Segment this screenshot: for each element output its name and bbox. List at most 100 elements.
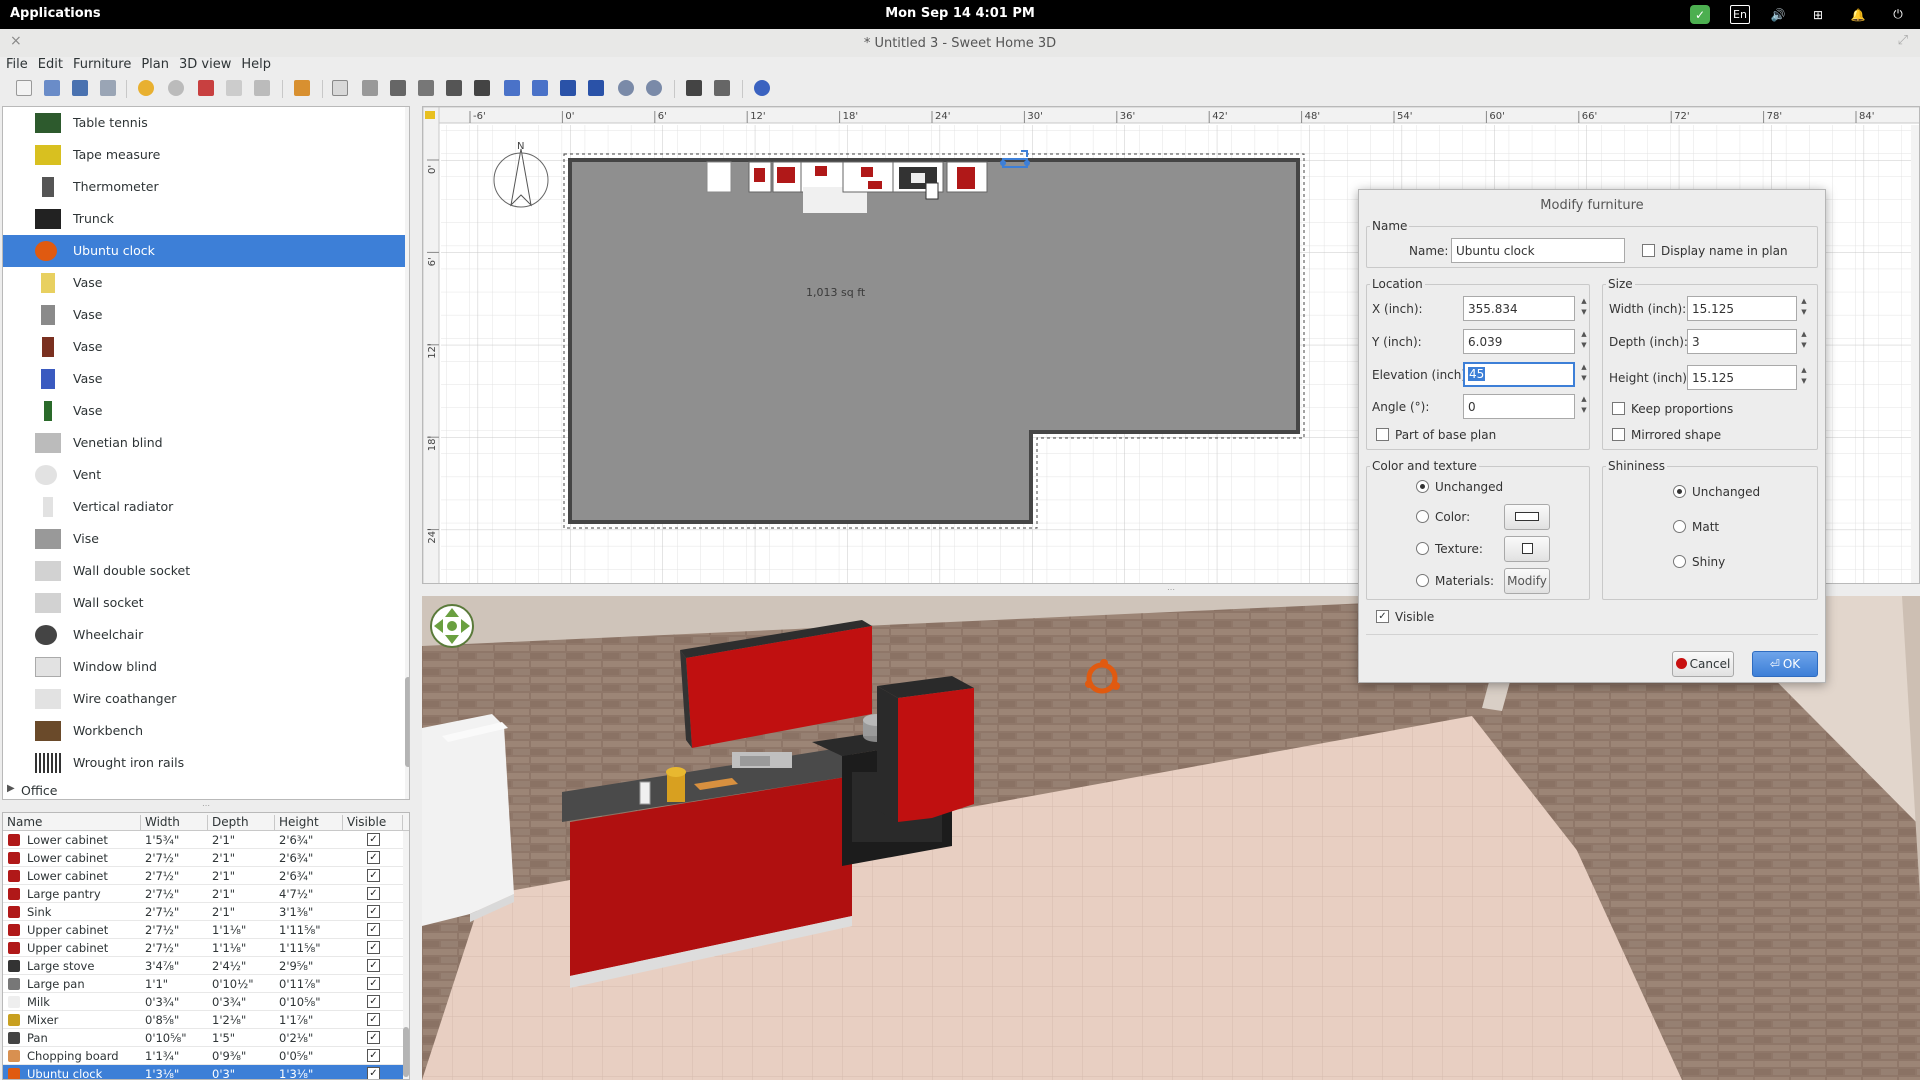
column-height[interactable]: Height bbox=[275, 815, 343, 831]
menu-help[interactable]: Help bbox=[241, 57, 271, 77]
height-field[interactable]: 15.125 bbox=[1687, 365, 1797, 390]
table-row[interactable]: Large pantry 2'7½" 2'1" 4'7½" ✓ bbox=[3, 885, 403, 903]
modify-materials-button[interactable]: Modify bbox=[1504, 568, 1550, 594]
catalog-item[interactable]: Wire coathanger bbox=[3, 683, 405, 715]
select-mode-icon[interactable] bbox=[332, 80, 348, 96]
column-depth[interactable]: Depth bbox=[208, 815, 275, 831]
keyboard-layout-indicator[interactable]: En bbox=[1730, 5, 1750, 24]
catalog-category-office[interactable]: ▶ Office bbox=[3, 779, 405, 799]
visible-checkbox[interactable]: ✓ bbox=[367, 977, 380, 990]
visible-checkbox[interactable]: ✓ bbox=[367, 959, 380, 972]
visible-checkbox[interactable]: ✓ bbox=[367, 887, 380, 900]
catalog-item[interactable]: Vertical radiator bbox=[3, 491, 405, 523]
visible-checkbox[interactable]: ✓ bbox=[367, 1013, 380, 1026]
keep-proportions-checkbox[interactable] bbox=[1612, 402, 1625, 415]
menu-furniture[interactable]: Furniture bbox=[73, 57, 131, 77]
visible-checkbox[interactable]: ✓ bbox=[367, 995, 380, 1008]
table-row[interactable]: Sink 2'7½" 2'1" 3'1⅜" ✓ bbox=[3, 903, 403, 921]
table-scrollbar[interactable] bbox=[403, 831, 409, 1079]
copy-icon[interactable] bbox=[226, 80, 242, 96]
table-row[interactable]: Pan 0'10⅝" 1'5" 0'2⅛" ✓ bbox=[3, 1029, 403, 1047]
visible-checkbox[interactable]: ✓ bbox=[367, 905, 380, 918]
text-style-icon-1[interactable] bbox=[504, 80, 520, 96]
menu-3d-view[interactable]: 3D view bbox=[179, 57, 231, 77]
create-walls-icon[interactable] bbox=[390, 80, 406, 96]
catalog-item[interactable]: Wall double socket bbox=[3, 555, 405, 587]
visible-checkbox[interactable]: ✓ bbox=[367, 1049, 380, 1062]
catalog-item-selected[interactable]: Ubuntu clock bbox=[3, 235, 405, 267]
volume-icon[interactable]: 🔊 bbox=[1768, 5, 1788, 24]
sink[interactable] bbox=[732, 752, 792, 768]
angle-spinner[interactable]: ▲ ▼ bbox=[1579, 394, 1589, 419]
visible-checkbox[interactable]: ✓ bbox=[1376, 610, 1389, 623]
preferences-icon[interactable] bbox=[100, 80, 116, 96]
catalog-item[interactable]: Vase bbox=[3, 267, 405, 299]
width-field[interactable]: 15.125 bbox=[1687, 296, 1797, 321]
table-row[interactable]: Mixer 0'8⅝" 1'2⅛" 1'1⅞" ✓ bbox=[3, 1011, 403, 1029]
visible-checkbox[interactable]: ✓ bbox=[367, 923, 380, 936]
elevation-field[interactable]: 45 bbox=[1463, 362, 1575, 387]
clock[interactable]: Mon Sep 14 4:01 PM bbox=[0, 6, 1920, 21]
table-row[interactable]: Upper cabinet 2'7½" 1'1⅛" 1'11⅝" ✓ bbox=[3, 921, 403, 939]
table-row[interactable]: Large stove 3'4⅞" 2'4½" 2'9⅝" ✓ bbox=[3, 957, 403, 975]
help-icon[interactable] bbox=[754, 80, 770, 96]
create-video-icon[interactable] bbox=[714, 80, 730, 96]
undo-icon[interactable] bbox=[138, 80, 154, 96]
menu-edit[interactable]: Edit bbox=[38, 57, 63, 77]
color-radio[interactable] bbox=[1416, 510, 1429, 523]
add-text-icon[interactable] bbox=[474, 80, 490, 96]
visible-checkbox[interactable]: ✓ bbox=[367, 941, 380, 954]
matt-radio[interactable] bbox=[1673, 520, 1686, 533]
table-row[interactable]: Lower cabinet 2'7½" 2'1" 2'6¾" ✓ bbox=[3, 849, 403, 867]
text-bold-icon[interactable] bbox=[560, 80, 576, 96]
visible-checkbox[interactable]: ✓ bbox=[367, 851, 380, 864]
materials-radio[interactable] bbox=[1416, 574, 1429, 587]
color-button[interactable] bbox=[1504, 504, 1550, 530]
catalog-item[interactable]: Window blind bbox=[3, 651, 405, 683]
restore-window-icon[interactable]: ⤢ bbox=[1898, 33, 1908, 48]
pan-mode-icon[interactable] bbox=[362, 80, 378, 96]
navigation-control[interactable] bbox=[430, 604, 474, 648]
refrigerator[interactable] bbox=[422, 714, 514, 926]
catalog-item[interactable]: Table tennis bbox=[3, 107, 405, 139]
visible-checkbox[interactable]: ✓ bbox=[367, 869, 380, 882]
catalog-scrollbar[interactable] bbox=[405, 107, 409, 799]
y-field[interactable]: 6.039 bbox=[1463, 329, 1575, 354]
ok-button[interactable]: ⏎ OK bbox=[1752, 651, 1818, 677]
open-icon[interactable] bbox=[44, 80, 60, 96]
redo-icon[interactable] bbox=[168, 80, 184, 96]
cancel-button[interactable]: Cancel bbox=[1672, 651, 1734, 677]
unchanged-radio[interactable] bbox=[1416, 480, 1429, 493]
visible-checkbox[interactable]: ✓ bbox=[367, 833, 380, 846]
catalog-item[interactable]: Wheelchair bbox=[3, 619, 405, 651]
menu-file[interactable]: File bbox=[6, 57, 28, 77]
network-icon[interactable]: ⊞ bbox=[1808, 5, 1828, 24]
display-name-checkbox[interactable] bbox=[1642, 244, 1655, 257]
visible-checkbox[interactable]: ✓ bbox=[367, 1031, 380, 1044]
catalog-item[interactable]: Vase bbox=[3, 331, 405, 363]
mirrored-shape-checkbox[interactable] bbox=[1612, 428, 1625, 441]
table-row[interactable]: Lower cabinet 2'7½" 2'1" 2'6¾" ✓ bbox=[3, 867, 403, 885]
angle-field[interactable]: 0 bbox=[1463, 394, 1575, 419]
cut-icon[interactable] bbox=[198, 80, 214, 96]
zoom-out-icon[interactable] bbox=[646, 80, 662, 96]
table-row[interactable]: Upper cabinet 2'7½" 1'1⅛" 1'11⅝" ✓ bbox=[3, 939, 403, 957]
save-icon[interactable] bbox=[72, 80, 88, 96]
x-field[interactable]: 355.834 bbox=[1463, 296, 1575, 321]
zoom-in-icon[interactable] bbox=[618, 80, 634, 96]
catalog-item[interactable]: Vise bbox=[3, 523, 405, 555]
create-photo-icon[interactable] bbox=[686, 80, 702, 96]
catalog-item[interactable]: Workbench bbox=[3, 715, 405, 747]
catalog-item[interactable]: Tape measure bbox=[3, 139, 405, 171]
catalog-item[interactable]: Wrought iron rails bbox=[3, 747, 405, 779]
texture-radio[interactable] bbox=[1416, 542, 1429, 555]
column-name[interactable]: Name bbox=[3, 815, 141, 831]
column-width[interactable]: Width bbox=[141, 815, 208, 831]
table-row[interactable]: Ubuntu clock 1'3⅛" 0'3" 1'3⅛" ✓ bbox=[3, 1065, 403, 1079]
depth-spinner[interactable]: ▲ ▼ bbox=[1799, 329, 1809, 354]
large-pantry[interactable] bbox=[877, 676, 974, 822]
part-of-base-plan-checkbox[interactable] bbox=[1376, 428, 1389, 441]
table-row[interactable]: Milk 0'3¾" 0'3¾" 0'10⅝" ✓ bbox=[3, 993, 403, 1011]
catalog-item[interactable]: Wall socket bbox=[3, 587, 405, 619]
column-visible[interactable]: Visible bbox=[343, 815, 403, 831]
